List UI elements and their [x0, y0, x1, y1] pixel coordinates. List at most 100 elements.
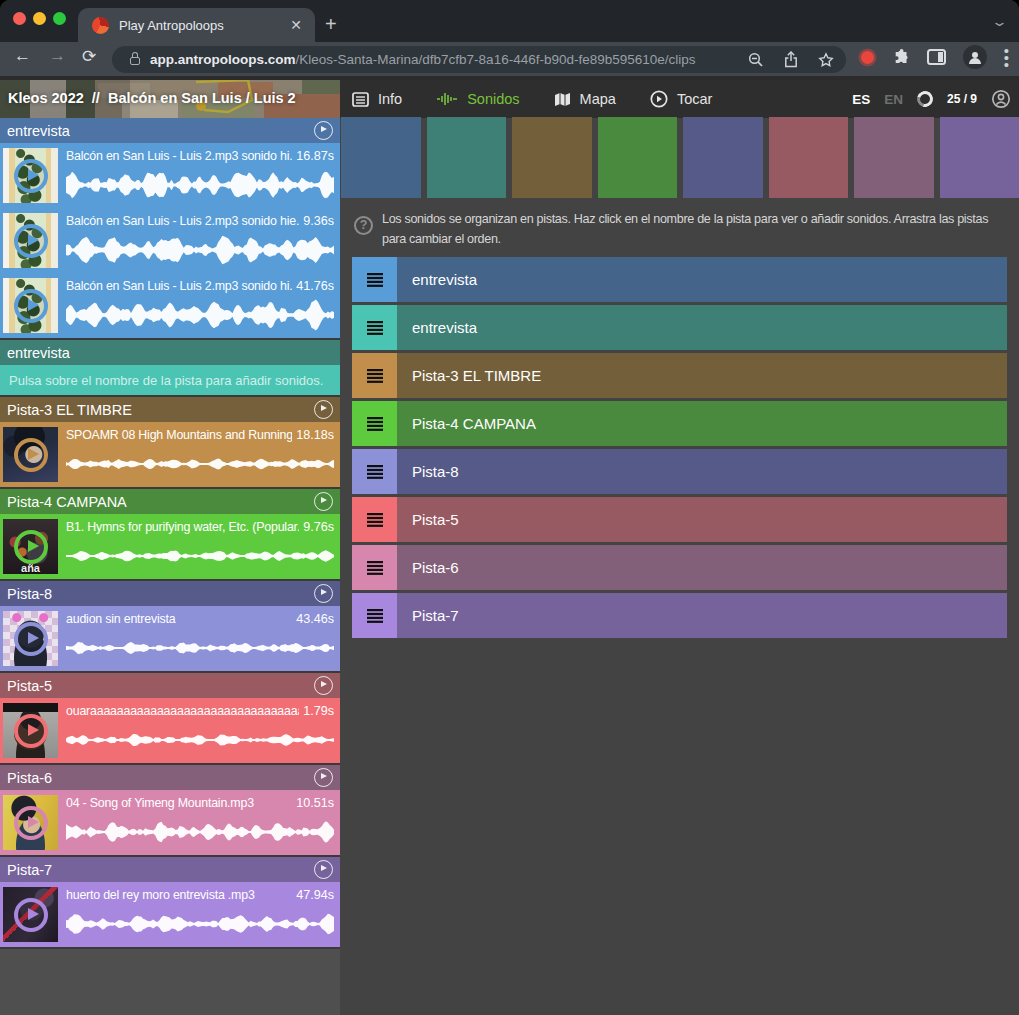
nav-sonidos[interactable]: Sonidos [436, 91, 519, 107]
track-row-body[interactable]: Pista-7 [397, 593, 1007, 638]
drag-handle[interactable] [352, 401, 397, 446]
clip-item[interactable]: ouaraaaaaaaaaaaaaaaaaaaaaaaaaaaaaaaa...1… [0, 698, 340, 763]
track-play-button[interactable] [314, 492, 333, 511]
track-swatch[interactable] [341, 117, 421, 198]
recording-extension-icon[interactable] [861, 51, 874, 64]
browser-menu-icon[interactable]: ••• [1004, 47, 1009, 68]
lang-en-button[interactable]: EN [884, 92, 903, 107]
clip-thumbnail[interactable] [3, 795, 58, 850]
track-row[interactable]: entrevista [352, 257, 1007, 302]
back-button[interactable]: ← [14, 46, 31, 66]
clip-waveform[interactable] [66, 230, 334, 270]
zoom-icon[interactable] [748, 52, 764, 68]
clip-waveform[interactable] [66, 295, 334, 335]
track-row[interactable]: Pista-8 [352, 449, 1007, 494]
drag-handle[interactable] [352, 305, 397, 350]
clip-waveform[interactable] [66, 720, 334, 760]
track-row[interactable]: Pista-3 EL TIMBRE [352, 353, 1007, 398]
track-row-body[interactable]: Pista-5 [397, 497, 1007, 542]
nav-info[interactable]: Info [352, 91, 402, 107]
drag-handle[interactable] [352, 449, 397, 494]
clip-thumbnail[interactable] [3, 887, 58, 942]
track-row-body[interactable]: Pista-8 [397, 449, 1007, 494]
track-row[interactable]: Pista-5 [352, 497, 1007, 542]
tab-search-chevron-icon[interactable]: ⌄ [991, 14, 1008, 29]
track-play-button[interactable] [314, 400, 333, 419]
clip-item[interactable]: Balcón en San Luis - Luis 2.mp3 sonido h… [0, 208, 340, 273]
track-swatch[interactable] [854, 117, 934, 198]
clip-play-icon[interactable] [14, 622, 48, 656]
lang-es-button[interactable]: ES [852, 92, 870, 107]
track-swatch[interactable] [769, 117, 849, 198]
clip-item[interactable]: añaB1. Hymns for purifying water, Etc. (… [0, 514, 340, 579]
track-swatch[interactable] [940, 117, 1019, 198]
clip-thumbnail[interactable] [3, 427, 58, 482]
tab-close-icon[interactable]: ✕ [287, 17, 305, 33]
track-header[interactable]: Pista-6 [0, 765, 340, 790]
clip-waveform[interactable] [66, 628, 334, 668]
track-swatch[interactable] [427, 117, 507, 198]
track-play-button[interactable] [314, 121, 333, 140]
clip-item[interactable]: huerto del rey moro entrevista .mp347.94… [0, 882, 340, 947]
clip-item[interactable]: 04 - Song of Yimeng Mountain.mp310.51s [0, 790, 340, 855]
clip-thumbnail[interactable] [3, 703, 58, 758]
new-tab-button[interactable]: + [325, 14, 337, 34]
clip-play-icon[interactable] [14, 714, 48, 748]
reload-button[interactable]: ⟳ [82, 46, 96, 67]
project-header-photo[interactable]: Kleos 2022 // Balcón en San Luis / Luis … [0, 80, 340, 118]
nav-mapa[interactable]: Mapa [554, 91, 616, 107]
url-text[interactable]: app.antropoloops.com/Kleos-Santa-Marina/… [150, 52, 748, 67]
track-header[interactable]: Pista-5 [0, 673, 340, 698]
track-swatch[interactable] [512, 117, 592, 198]
track-header[interactable]: Pista-7 [0, 857, 340, 882]
clip-play-icon[interactable] [14, 224, 48, 258]
track-row-body[interactable]: Pista-6 [397, 545, 1007, 590]
clip-thumbnail[interactable] [3, 278, 58, 333]
nav-tocar[interactable]: Tocar [650, 90, 712, 108]
track-row[interactable]: Pista-4 CAMPANA [352, 401, 1007, 446]
browser-tab[interactable]: Play Antropoloops ✕ [78, 8, 315, 42]
clip-item[interactable]: audion sin entrevista43.46s [0, 606, 340, 671]
zoom-window-button[interactable] [53, 12, 66, 25]
clip-thumbnail[interactable] [3, 148, 58, 203]
track-swatch[interactable] [598, 117, 678, 198]
clip-waveform[interactable] [66, 536, 334, 576]
track-row-body[interactable]: entrevista [397, 305, 1007, 350]
clip-thumbnail[interactable]: aña [3, 519, 58, 574]
track-play-button[interactable] [314, 860, 333, 879]
clip-thumbnail[interactable] [3, 213, 58, 268]
address-bar[interactable]: app.antropoloops.com/Kleos-Santa-Marina/… [112, 46, 846, 73]
clip-thumbnail[interactable] [3, 611, 58, 666]
drag-handle[interactable] [352, 545, 397, 590]
minimize-window-button[interactable] [33, 12, 46, 25]
clip-item[interactable]: Balcón en San Luis - Luis 2.mp3 sonido h… [0, 273, 340, 338]
clip-waveform[interactable] [66, 904, 334, 944]
clip-waveform[interactable] [66, 165, 334, 205]
extensions-puzzle-icon[interactable] [893, 49, 910, 66]
bookmark-star-icon[interactable] [818, 52, 834, 68]
side-panel-icon[interactable] [927, 49, 946, 65]
track-header[interactable]: entrevista [0, 340, 340, 365]
drag-handle[interactable] [352, 257, 397, 302]
drag-handle[interactable] [352, 353, 397, 398]
clip-item[interactable]: SPOAMR 08 High Mountains and Running ...… [0, 422, 340, 487]
share-icon[interactable] [784, 51, 798, 68]
track-row[interactable]: Pista-6 [352, 545, 1007, 590]
profile-avatar[interactable] [963, 45, 987, 69]
forward-button[interactable]: → [49, 46, 66, 66]
clip-play-icon[interactable] [14, 898, 48, 932]
track-header[interactable]: Pista-3 EL TIMBRE [0, 397, 340, 422]
close-window-button[interactable] [13, 12, 26, 25]
track-header[interactable]: Pista-4 CAMPANA [0, 489, 340, 514]
clip-play-icon[interactable] [14, 289, 48, 323]
clip-waveform[interactable] [66, 444, 334, 484]
track-row-body[interactable]: Pista-4 CAMPANA [397, 401, 1007, 446]
lock-icon[interactable] [130, 57, 140, 65]
clip-play-icon[interactable] [14, 159, 48, 193]
clip-play-icon[interactable] [14, 530, 48, 564]
track-row[interactable]: entrevista [352, 305, 1007, 350]
track-row-body[interactable]: entrevista [397, 257, 1007, 302]
track-row[interactable]: Pista-7 [352, 593, 1007, 638]
account-icon[interactable] [991, 89, 1011, 109]
track-play-button[interactable] [314, 768, 333, 787]
